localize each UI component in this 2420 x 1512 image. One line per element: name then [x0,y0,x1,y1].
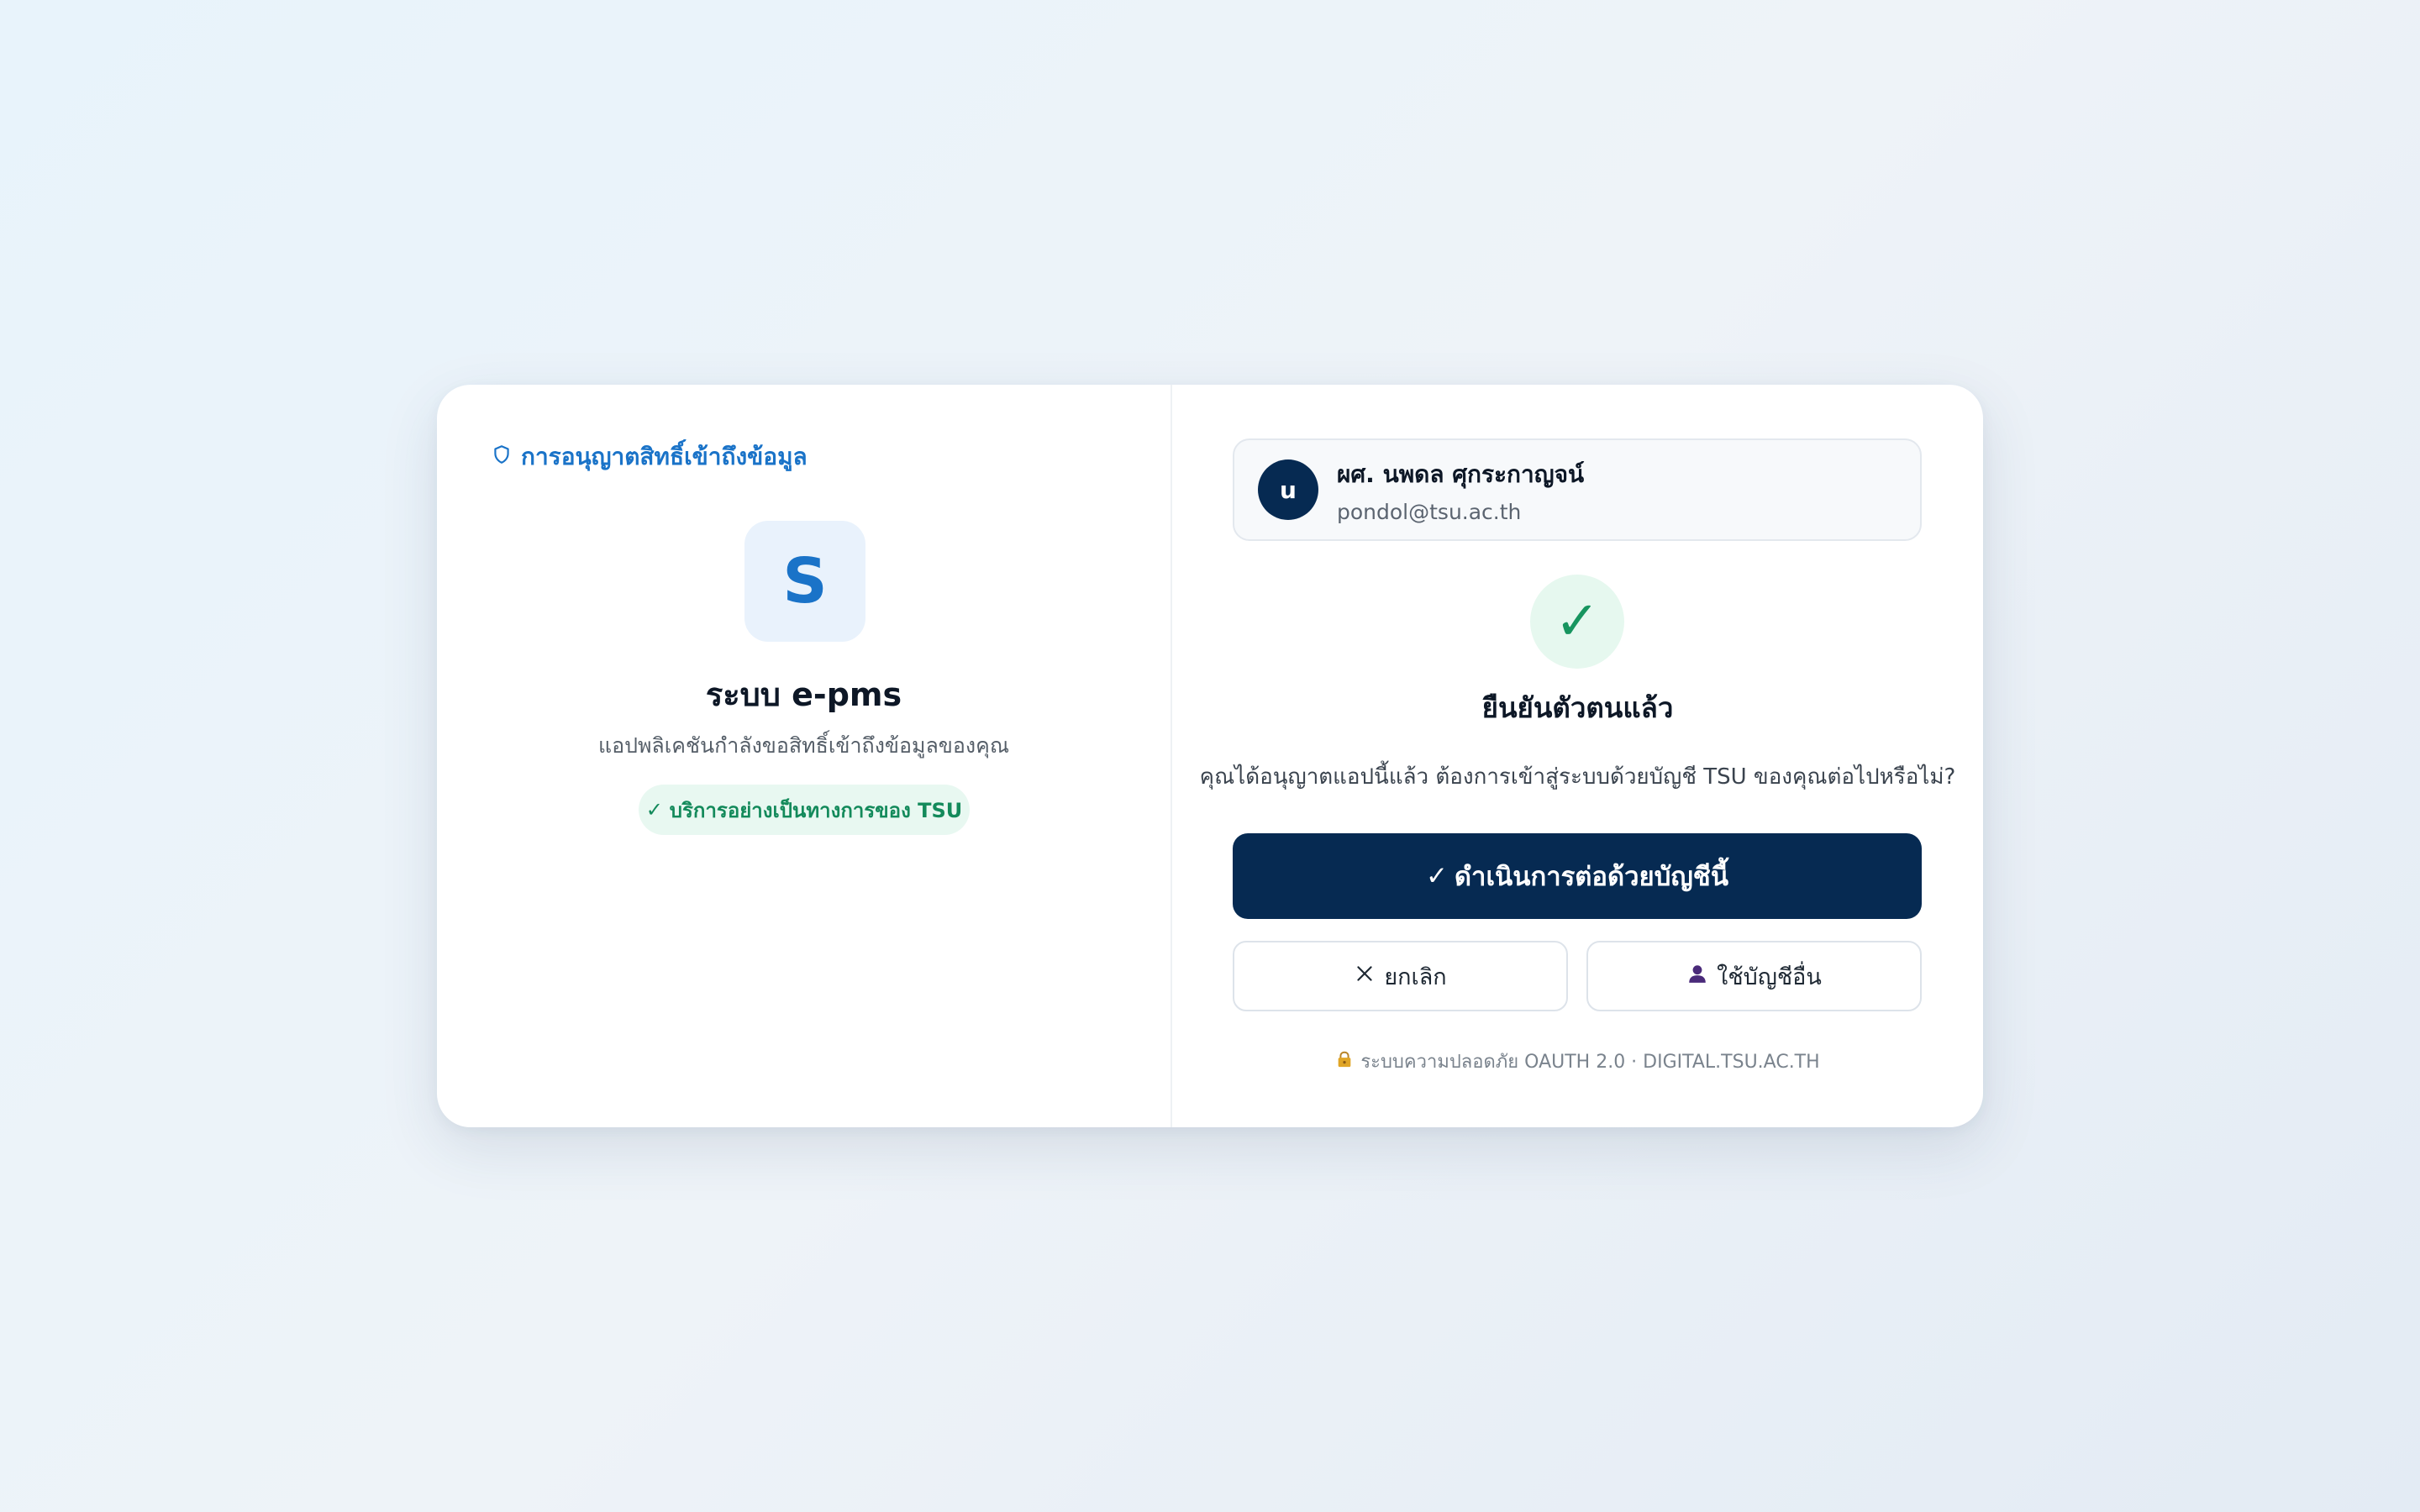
account-card: u ผศ. นพดล ศุกระกาญจน์ pondol@tsu.ac.th [1233,438,1922,541]
continue-button[interactable]: ✓ ดำเนินการต่อด้วยบัญชีนี้ [1233,833,1922,919]
app-subtitle: แอปพลิเคชันกำลังขอสิทธิ์เข้าถึงข้อมูลของ… [597,733,1010,758]
shield-icon [491,444,513,471]
official-badge-label: บริการอย่างเป็นทางการของ TSU [669,798,963,822]
close-icon [1354,963,1376,990]
cancel-button-label: ยกเลิก [1384,963,1447,990]
account-details: ผศ. นพดล ศุกระกาญจน์ pondol@tsu.ac.th [1337,456,1584,524]
security-footer-label: ระบบความปลอดภัย OAUTH 2.0 · DIGITAL.TSU.… [1360,1052,1820,1073]
consent-question: คุณได้อนุญาตแอปนี้แล้ว ต้องการเข้าสู่ระบ… [1199,764,1956,790]
account-email: pondol@tsu.ac.th [1337,499,1522,524]
consent-panel: u ผศ. นพดล ศุกระกาญจน์ pondol@tsu.ac.th … [1172,385,1983,1127]
check-icon: ✓ [1425,861,1448,891]
verified-check-icon: ✓ [1530,575,1624,669]
app-logo: S [744,521,865,642]
use-other-account-label: ใช้บัญชีอื่น [1717,963,1822,990]
user-icon [1686,963,1708,990]
use-other-account-button[interactable]: ใช้บัญชีอื่น [1586,941,1922,1011]
continue-button-label: ดำเนินการต่อด้วยบัญชีนี้ [1454,862,1729,892]
consent-card: การอนุญาตสิทธิ์เข้าถึงข้อมูล S ระบบ e-pm… [437,385,1983,1127]
app-info-panel: การอนุญาตสิทธิ์เข้าถึงข้อมูล S ระบบ e-pm… [437,385,1172,1127]
lock-icon [1335,1050,1354,1074]
app-title: ระบบ e-pms [705,676,902,713]
permission-header: การอนุญาตสิทธิ์เข้าถึงข้อมูล [491,438,1117,475]
verified-title: ยืนยันตัวตนแล้ว [1481,691,1674,724]
official-service-badge: ✓ บริการอย่างเป็นทางการของ TSU [639,785,970,835]
secondary-actions: ยกเลิก ใช้บัญชีอื่น [1233,941,1922,1011]
avatar: u [1258,459,1318,520]
security-footer: ระบบความปลอดภัย OAUTH 2.0 · DIGITAL.TSU.… [1172,1047,1983,1076]
cancel-button[interactable]: ยกเลิก [1233,941,1568,1011]
account-name: ผศ. นพดล ศุกระกาญจน์ [1337,459,1585,488]
check-icon: ✓ [645,798,663,822]
permission-header-label: การอนุญาตสิทธิ์เข้าถึงข้อมูล [521,443,808,470]
